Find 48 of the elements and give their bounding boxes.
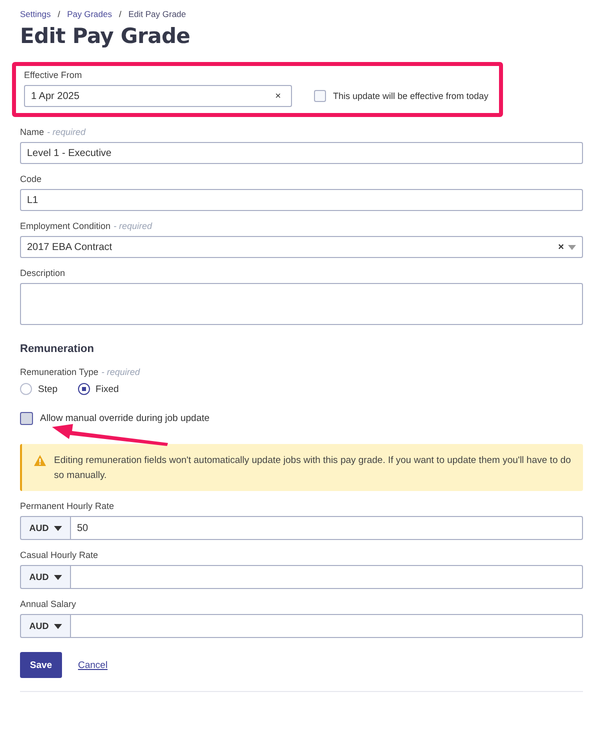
- breadcrumb-separator: /: [58, 9, 60, 19]
- save-button[interactable]: Save: [20, 652, 62, 678]
- caret-icon: [568, 244, 576, 250]
- radio-button[interactable]: [20, 383, 32, 395]
- field-label: Permanent Hourly Rate: [20, 501, 114, 511]
- currency-dropdown[interactable]: AUD: [20, 565, 71, 589]
- required-note: - required: [101, 367, 140, 377]
- currency-dropdown[interactable]: AUD: [20, 614, 71, 638]
- caret-icon: [54, 624, 62, 628]
- breadcrumb-link[interactable]: Pay Grades: [67, 9, 112, 19]
- caret-icon: [54, 526, 62, 530]
- radio-label: Fixed: [96, 384, 119, 394]
- text-field[interactable]: Level 1 - Executive: [20, 142, 583, 164]
- warning-text: Editing remuneration fields won't automatically update jobs with this pay grade. If you want to update them you'll have to do so manually.: [54, 454, 571, 483]
- text-area[interactable]: [20, 283, 583, 325]
- cancel-link[interactable]: Cancel: [78, 660, 108, 670]
- required-note: - required: [114, 221, 152, 231]
- field-label: Effective From: [24, 70, 83, 80]
- breadcrumb-link[interactable]: Settings: [20, 9, 51, 19]
- required-note: - required: [47, 127, 86, 137]
- date-field[interactable]: 1 Apr 2025 ×: [24, 85, 292, 107]
- field-label: Code: [20, 174, 42, 184]
- checkbox-label: Allow manual override during job update: [40, 413, 210, 424]
- amount-field[interactable]: 50: [71, 516, 583, 540]
- page-title: Edit Pay Grade: [20, 24, 192, 48]
- checkbox[interactable]: [314, 90, 326, 102]
- checkbox-label: This update will be effective from today: [333, 91, 488, 101]
- field-label: Description: [20, 268, 66, 278]
- text-field[interactable]: L1: [20, 189, 583, 211]
- field-label: Casual Hourly Rate: [20, 550, 98, 560]
- clear-icon[interactable]: ×: [558, 242, 564, 252]
- clear-icon[interactable]: ×: [275, 90, 281, 102]
- field-label: Remuneration Type: [20, 367, 98, 377]
- field-label: Name: [20, 127, 44, 137]
- radio-label: Step: [38, 384, 58, 394]
- radio-button[interactable]: [78, 383, 90, 395]
- currency-dropdown[interactable]: AUD: [20, 516, 71, 540]
- amount-field[interactable]: [71, 565, 583, 589]
- section-heading: Remuneration: [20, 343, 95, 355]
- warning-icon: [34, 455, 46, 466]
- breadcrumb-current: Edit Pay Grade: [128, 9, 186, 19]
- checkbox[interactable]: [20, 412, 33, 425]
- caret-icon: [54, 574, 62, 580]
- amount-field[interactable]: [71, 614, 583, 638]
- select-field[interactable]: 2017 EBA Contract ×: [20, 236, 583, 258]
- breadcrumb-separator: /: [118, 9, 122, 19]
- field-label: Annual Salary: [20, 599, 76, 609]
- field-label: Employment Condition: [20, 221, 111, 231]
